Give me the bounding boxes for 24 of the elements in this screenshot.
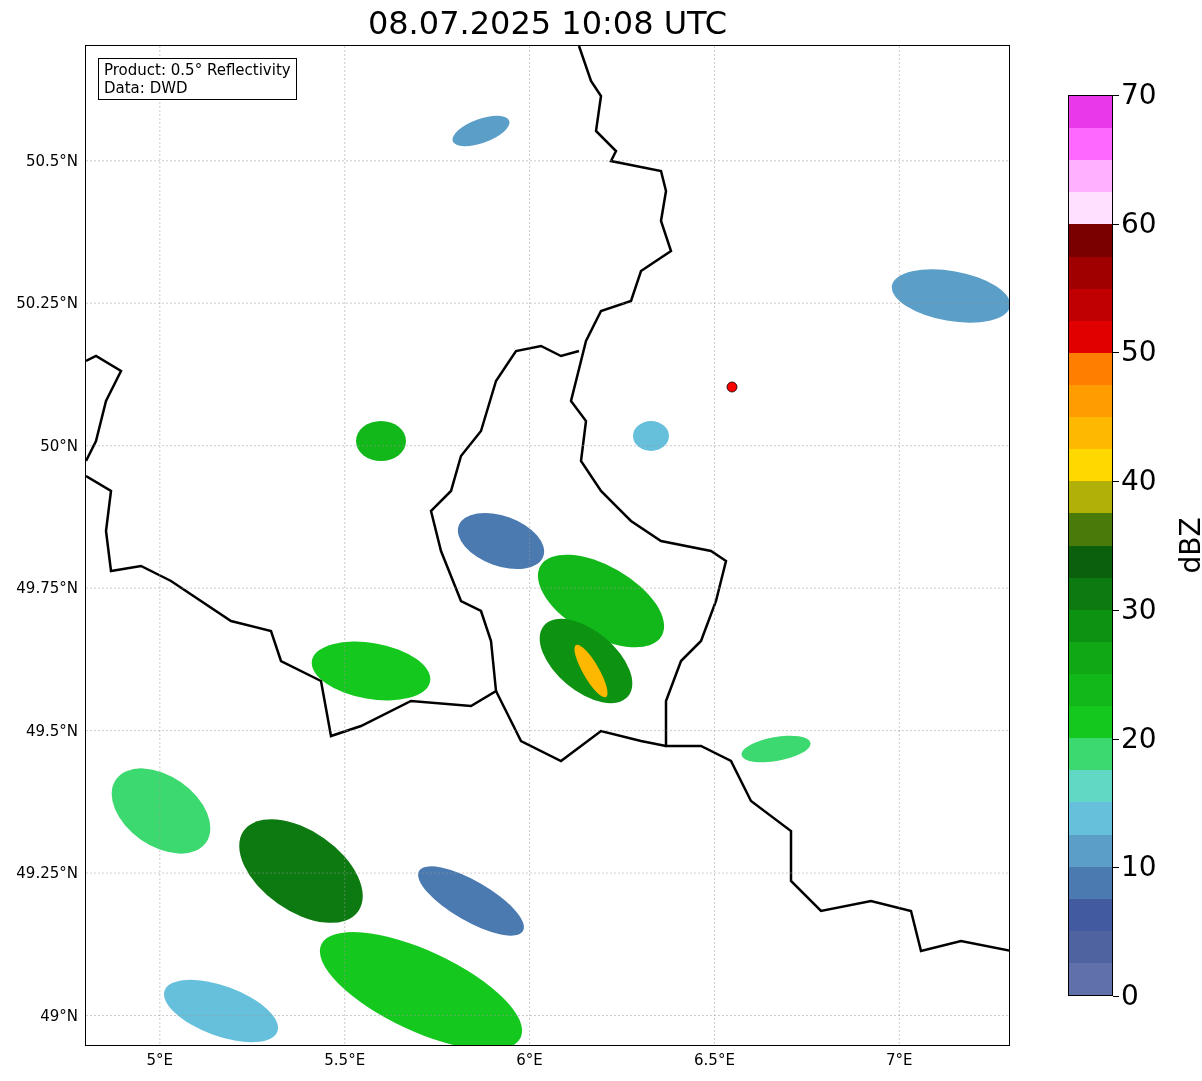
colorbar-tick-label: 10 [1121,853,1157,882]
longitude-label: 6.5°E [694,1051,735,1069]
colorbar-tick-label: 30 [1121,595,1157,624]
colorbar-tick-label: 0 [1121,982,1139,1010]
latitude-label: 50.25°N [16,294,78,313]
longitude-label: 6°E [516,1051,543,1069]
latitude-label: 50°N [40,436,78,455]
latitude-label: 50.5°N [25,151,78,170]
latitude-label: 49.5°N [25,721,78,740]
chart-title: 08.07.2025 10:08 UTC [367,6,728,39]
longitude-label: 5°E [146,1051,174,1069]
latitude-label: 49.25°N [16,864,78,883]
colorbar-tick-label: 50 [1121,338,1157,367]
legend-text: Data: DWD [104,79,189,97]
latitude-label: 49.75°N [16,579,78,598]
legend-text: Product: 0.5° Reflectivity [104,61,291,79]
colorbar-tick-label: 70 [1121,81,1157,109]
longitude-label: 5.5°E [324,1051,366,1069]
colorbar-tick-label: 20 [1121,724,1157,753]
colorbar-tick-label: 40 [1121,467,1157,496]
latitude-label: 49°N [40,1006,78,1025]
colorbar-tick-label: 60 [1121,209,1157,238]
colorbar-label: dBZ [1173,517,1202,574]
longitude-label: 7°E [886,1051,913,1069]
